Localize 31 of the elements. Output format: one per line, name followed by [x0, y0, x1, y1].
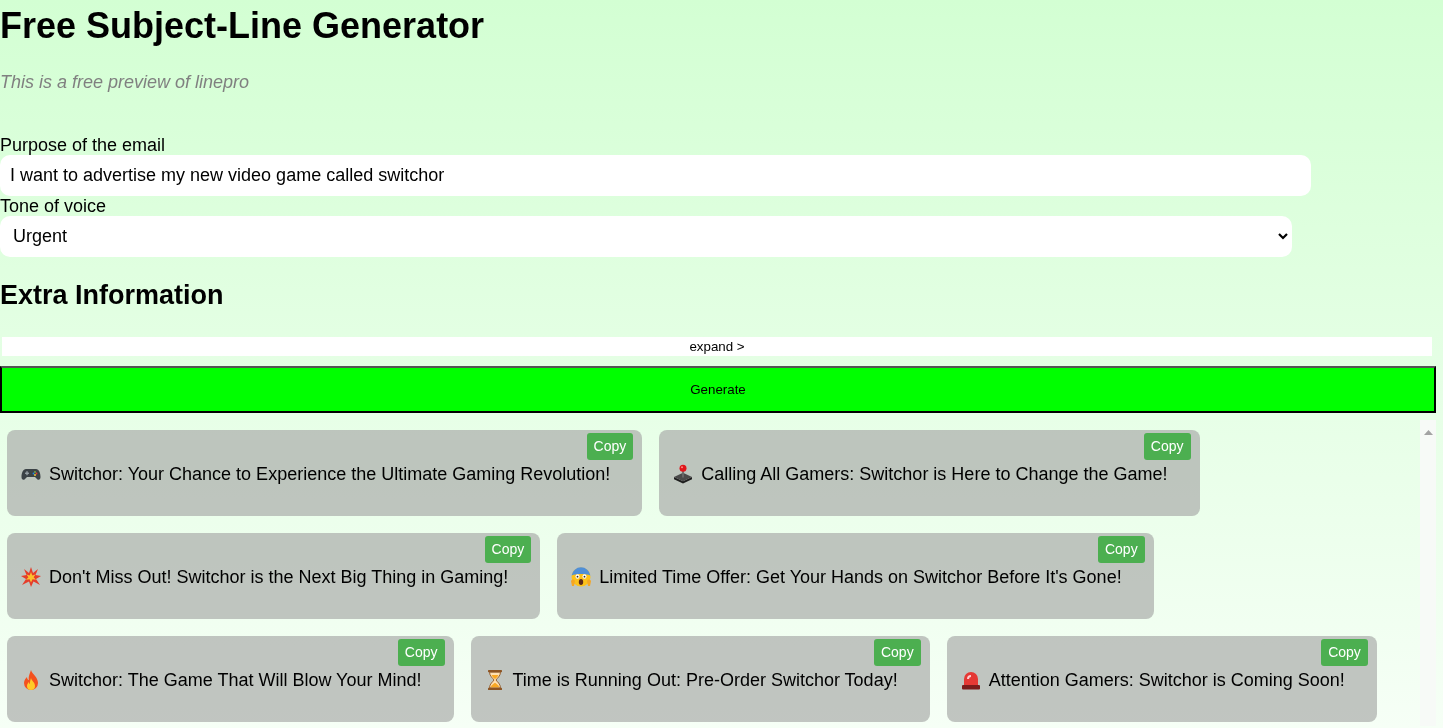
chevron-down-icon [1278, 233, 1288, 240]
page-title: Free Subject-Line Generator [0, 4, 485, 48]
generate-button[interactable]: Generate [0, 366, 1436, 413]
section-heading: Extra Information [0, 280, 224, 310]
subject-line-text: Calling All Gamers: Switchor is Here to Change the Game! [701, 464, 1168, 484]
subject-line-text: Don't Miss Out! Switchor is the Next Big Thing in Gaming! [49, 567, 509, 587]
scroll-up-arrow-icon[interactable] [1423, 430, 1433, 435]
siren-light-icon [960, 670, 981, 690]
collision-icon [21, 567, 41, 587]
subject-line-text: Attention Gamers: Switchor is Coming Soon! [988, 670, 1345, 690]
copy-button[interactable]: Copy [586, 433, 634, 460]
purpose-input[interactable]: I want to advertise my new video game called switchor [0, 155, 1311, 196]
tone-select[interactable]: Urgent [0, 216, 1292, 257]
copy-button[interactable]: Copy [397, 639, 445, 666]
shocked-face-icon [571, 567, 592, 587]
copy-button[interactable]: Copy [1143, 433, 1191, 460]
expand-toggle[interactable]: expand > [2, 337, 1432, 356]
fire-icon [21, 670, 41, 690]
copy-button[interactable]: Copy [484, 536, 532, 563]
copy-button[interactable]: Copy [1097, 536, 1145, 563]
subject-line-text: Time is Running Out: Pre-Order Switchor Today! [512, 670, 898, 690]
copy-button[interactable]: Copy [1321, 639, 1368, 666]
subtitle-text: This is a free preview of linepro [0, 71, 250, 94]
subject-line-text: Switchor: Your Chance to Experience the Ultimate Gaming Revolution! [49, 464, 611, 484]
subject-line-text: Limited Time Offer: Get Your Hands on Switchor Before It's Gone! [599, 567, 1122, 587]
scrollbar[interactable] [1420, 420, 1436, 726]
subject-line-text: Switchor: The Game That Will Blow Your Mind! [49, 670, 422, 690]
field-label: Tone of voice [0, 196, 107, 216]
field-label: Purpose of the email [0, 135, 166, 155]
joystick-icon [673, 464, 694, 484]
copy-button[interactable]: Copy [873, 639, 921, 666]
